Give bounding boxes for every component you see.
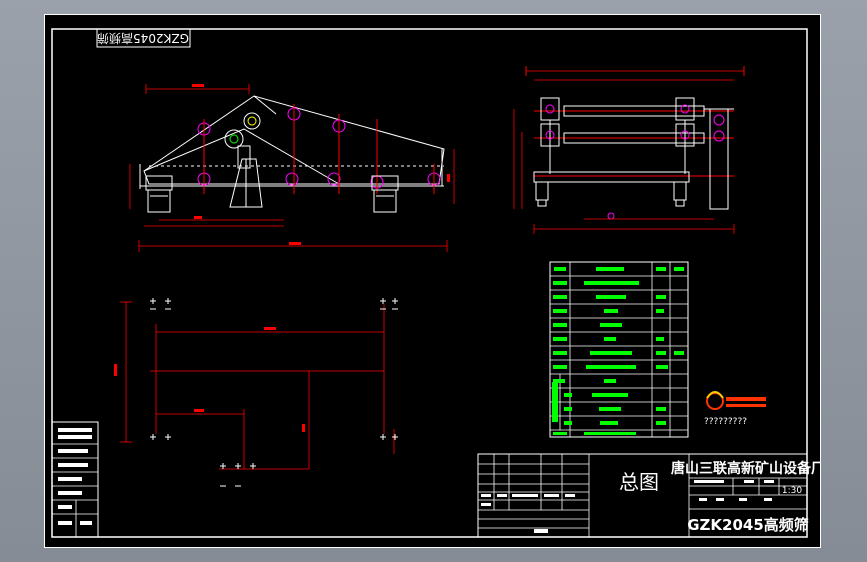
- title-block: 总图 唐山三联高新矿山设备厂 1:30 GZK2045高频筛: [477, 453, 821, 538]
- cad-viewport: GZK2045高频筛 ????????? 总图 唐山三联高新矿山设备厂 1:30…: [0, 0, 867, 562]
- side-view: [129, 84, 455, 252]
- product-name: GZK2045高频筛: [687, 516, 809, 534]
- table-cells: [552, 267, 684, 435]
- logo-caption: ?????????: [704, 417, 747, 427]
- spring-supports: [145, 175, 399, 213]
- drawing-canvas[interactable]: GZK2045高频筛 ????????? 总图 唐山三联高新矿山设备厂 1:30…: [44, 14, 821, 548]
- drawing-scale: 1:30: [782, 486, 802, 496]
- company-name: 唐山三联高新矿山设备厂: [671, 460, 821, 477]
- company-logo: ?????????: [704, 391, 766, 427]
- parameter-table: [549, 261, 689, 438]
- drawing-title-center: 总图: [619, 470, 659, 494]
- drawing-svg: GZK2045高频筛 ????????? 总图 唐山三联高新矿山设备厂 1:30…: [44, 14, 821, 548]
- left-strip: [51, 421, 99, 538]
- end-view: [513, 66, 745, 234]
- stamp-box: GZK2045高频筛: [96, 28, 191, 48]
- stamp-text: GZK2045高频筛: [97, 31, 189, 46]
- foundation-plan: [114, 298, 398, 487]
